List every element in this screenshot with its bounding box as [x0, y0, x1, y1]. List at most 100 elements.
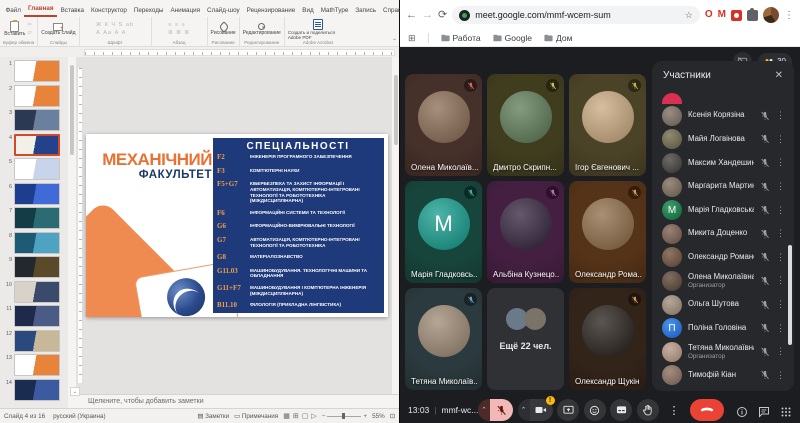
extension-icon-m[interactable]: M	[718, 10, 726, 20]
participant-options-button[interactable]: ⋮	[776, 275, 784, 286]
chrome-profile-avatar[interactable]	[763, 7, 779, 23]
slide-thumbnail[interactable]: 2	[2, 85, 66, 107]
reading-view-button[interactable]: ▢	[302, 412, 309, 420]
canvas-scrollbar[interactable]	[392, 57, 399, 394]
video-tile[interactable]: Тетяна Миколаїв...	[405, 288, 482, 390]
ribbon-tab[interactable]: Переходы	[130, 4, 167, 17]
normal-view-button[interactable]: ▦	[283, 412, 290, 420]
participant-row[interactable]: Ксенія Корязіна⋮	[652, 104, 788, 128]
apps-grid-icon[interactable]: ⊞	[408, 33, 416, 44]
participant-options-button[interactable]: ⋮	[776, 323, 784, 334]
slide-thumbnail[interactable]: 12	[2, 330, 66, 352]
ribbon-tab[interactable]: Слайд-шоу	[204, 4, 244, 17]
slideshow-button[interactable]: ▷	[311, 412, 316, 420]
participant-row[interactable]: MМарія Гладковська⋮	[652, 198, 788, 222]
participant-options-button[interactable]: ⋮	[776, 346, 784, 357]
drawing-button[interactable]: Рисование	[211, 22, 236, 37]
participant-row[interactable]: ППоліна Головіна⋮	[652, 316, 788, 340]
reload-button[interactable]: ⟳	[438, 10, 447, 21]
participant-options-button[interactable]: ⋮	[776, 134, 784, 145]
ribbon-tab[interactable]: Главная	[24, 2, 57, 17]
participant-row[interactable]: Тимофій Кіан⋮	[652, 364, 788, 388]
participant-row[interactable]: Майя Логвінова⋮	[652, 128, 788, 152]
video-tile[interactable]: Дмитро Скрипн...	[487, 74, 564, 176]
slide-thumbnail[interactable]: 10	[2, 281, 66, 303]
address-bar[interactable]: meet.google.com/mmf-wcem-sum ☆	[452, 6, 700, 24]
slide-thumbnail[interactable]: 3	[2, 109, 66, 131]
chrome-menu-button[interactable]: ⋮	[784, 10, 794, 21]
notes-area[interactable]: ⌄ Щелкните, чтобы добавить заметки	[76, 394, 399, 408]
slide-thumbnail[interactable]: 6	[2, 183, 66, 205]
end-call-button[interactable]	[690, 399, 724, 421]
captions-button[interactable]	[610, 399, 632, 421]
video-tile[interactable]: Олександр Щукін	[569, 288, 646, 390]
participant-row[interactable]: Микита Доценко⋮	[652, 222, 788, 246]
participant-options-button[interactable]: ⋮	[776, 228, 784, 239]
bookmark-folder[interactable]: Google	[493, 33, 532, 43]
participant-options-button[interactable]: ⋮	[776, 299, 784, 310]
cut-copy-buttons[interactable]: ✂▱	[27, 22, 33, 36]
forward-button[interactable]: →	[422, 10, 433, 21]
slide-thumbnail[interactable]: 5	[2, 158, 66, 180]
participant-row[interactable]: Олена Миколаївна Фу...Организатор⋮	[652, 269, 788, 293]
video-tile[interactable]: Ігор Євгенович ...	[569, 74, 646, 176]
video-tile[interactable]: MМарія Гладковсь...	[405, 181, 482, 283]
info-icon[interactable]	[736, 406, 748, 418]
participant-row[interactable]: Максим Хандешин⋮	[652, 151, 788, 175]
participant-options-button[interactable]: ⋮	[776, 157, 784, 168]
ribbon-collapse-button[interactable]: ⌃	[392, 38, 397, 45]
thumbnail-scrollbar[interactable]	[68, 57, 76, 408]
more-options-button[interactable]: ⋮	[663, 399, 685, 421]
slide-thumbnail[interactable]: 7	[2, 207, 66, 229]
extension-icon-o[interactable]: O	[705, 10, 713, 20]
slide-editor[interactable]: МЕХАНІЧНИЙ ФАКУЛЬТЕТ СПЕЦІАЛЬНОСТІ F2Інж…	[86, 134, 388, 317]
participant-row[interactable]: Олександр Романов⋮	[652, 246, 788, 270]
panel-scrollbar[interactable]	[788, 245, 792, 345]
zoom-level[interactable]: 55%	[372, 413, 385, 420]
reactions-button[interactable]	[584, 399, 606, 421]
slide-thumbnail[interactable]: 8	[2, 232, 66, 254]
slide-thumbnail[interactable]: 11	[2, 305, 66, 327]
language-indicator[interactable]: русский (Украина)	[53, 413, 106, 420]
raise-hand-button[interactable]	[637, 399, 659, 421]
close-panel-button[interactable]: ✕	[775, 70, 783, 81]
slide-thumbnail[interactable]: 14	[2, 379, 66, 401]
bookmark-folder[interactable]: Работа	[441, 33, 481, 43]
slide-sorter-button[interactable]: ⊞	[293, 412, 299, 420]
slide-thumbnail[interactable]: 4	[2, 134, 66, 156]
video-tile[interactable]: Альбіна Кузнецо...	[487, 181, 564, 283]
notes-collapse-button[interactable]: ⌄	[70, 387, 80, 396]
video-tile[interactable]: Олександр Рома...	[569, 181, 646, 283]
participant-row[interactable]: Ольга Шутова⋮	[652, 293, 788, 317]
participant-options-button[interactable]: ⋮	[776, 205, 784, 216]
video-tile[interactable]: Олена Миколаїв...	[405, 74, 482, 176]
fit-to-window-button[interactable]: ⊡	[390, 413, 395, 420]
back-button[interactable]: ←	[406, 10, 417, 21]
paste-button[interactable]: Вставить	[4, 21, 25, 38]
participant-options-button[interactable]: ⋮	[776, 181, 784, 192]
ribbon-tab[interactable]: Вставка	[57, 4, 87, 17]
mic-options-chevron[interactable]: ⌃	[478, 399, 490, 421]
participant-row[interactable]: Маргарита Мартинець⋮	[652, 175, 788, 199]
more-participants-tile[interactable]: Ещё 22 чел.	[487, 288, 564, 390]
ribbon-tab[interactable]: Запись	[352, 4, 380, 17]
notes-toggle[interactable]: ▤ Заметки	[197, 413, 229, 420]
slide-thumbnail[interactable]: 1	[2, 60, 66, 82]
participant-row[interactable]: Тетяна Миколаївна ХудаОрганизатор⋮	[652, 340, 788, 364]
chat-icon[interactable]	[758, 406, 770, 418]
extensions-puzzle-icon[interactable]	[747, 10, 758, 21]
ribbon-tab[interactable]: Анимация	[167, 4, 204, 17]
present-button[interactable]	[557, 399, 579, 421]
bookmark-folder[interactable]: Дом	[544, 33, 572, 43]
ribbon-tab[interactable]: Рецензирование	[243, 4, 299, 17]
participant-options-button[interactable]: ⋮	[776, 370, 784, 381]
camera-button[interactable]: !	[530, 399, 553, 421]
comments-toggle[interactable]: ▭ Примечания	[234, 413, 278, 420]
editing-button[interactable]: Редактирование	[243, 23, 281, 37]
new-slide-button[interactable]: Создать слайд	[41, 23, 75, 37]
ribbon-tab[interactable]: Файл	[2, 4, 24, 17]
participant-options-button[interactable]: ⋮	[776, 110, 784, 121]
extension-icon-red[interactable]	[731, 10, 742, 21]
participant-options-button[interactable]: ⋮	[776, 252, 784, 263]
ribbon-tab[interactable]: Конструктор	[88, 4, 131, 17]
